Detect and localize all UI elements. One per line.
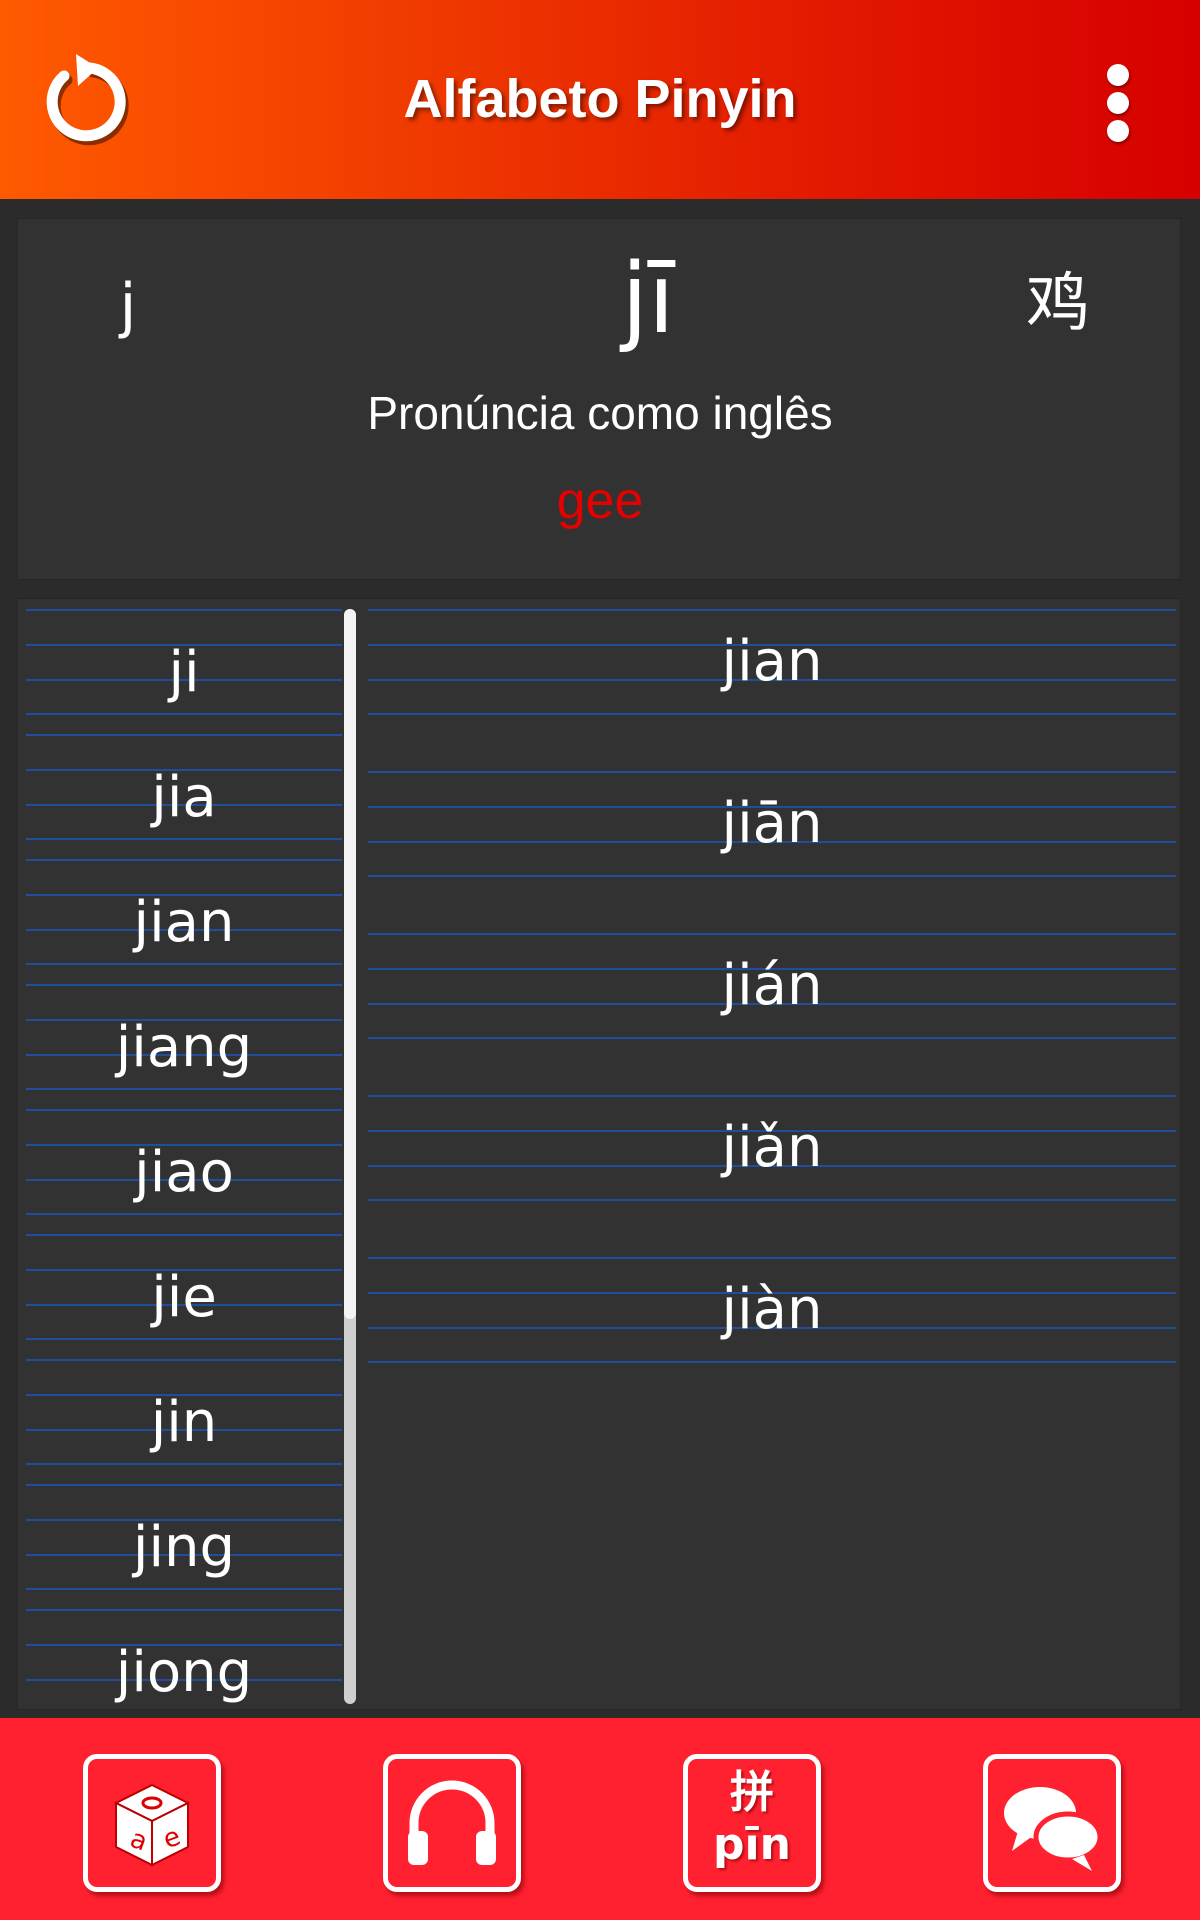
tone-list-item[interactable]: jian <box>368 609 1176 771</box>
menu-dot-icon <box>1107 64 1129 86</box>
rule-line <box>26 1109 342 1111</box>
syllable-label: jia <box>151 765 217 830</box>
tone-list[interactable]: jian jiān jián jiǎn jiàn <box>368 609 1176 1409</box>
pronunciation-value: gee <box>556 472 644 530</box>
syllable-info-card: j jī 鸡 Pronúncia como inglês gee <box>17 218 1181 580</box>
syllable-label: jiao <box>134 1140 234 1205</box>
syllable-label: jiong <box>115 1640 253 1704</box>
refresh-button[interactable] <box>36 52 136 152</box>
example-character[interactable]: 鸡 <box>998 259 1118 349</box>
tone-list-item[interactable]: jiǎn <box>368 1095 1176 1257</box>
syllable-label: jian <box>133 890 235 955</box>
page-title: Alfabeto Pinyin <box>403 69 797 129</box>
pronunciation-label: Pronúncia como inglês <box>367 387 833 439</box>
rule-line <box>26 609 342 611</box>
syllable-list-item[interactable]: jin <box>26 1359 342 1484</box>
listen-button[interactable] <box>383 1754 521 1892</box>
rule-line <box>26 1609 342 1611</box>
dice-icon: a e <box>113 1783 191 1867</box>
syllable-list-item[interactable]: jing <box>26 1484 342 1609</box>
rule-line <box>26 984 342 986</box>
refresh-icon <box>46 54 129 146</box>
tone-label: jiàn <box>721 1277 823 1342</box>
dice-button[interactable]: a e <box>83 1754 221 1892</box>
syllable-lists: ji jia jian jiang jiao jie jin jing jiong jian ji… <box>17 598 1181 1710</box>
scrollbar[interactable] <box>344 609 356 1704</box>
menu-dot-icon <box>1107 120 1129 142</box>
rule-line <box>26 734 342 736</box>
syllable-list-item[interactable]: jiong <box>26 1609 342 1704</box>
tone-label: jián <box>721 953 823 1018</box>
tone-list-item[interactable]: jián <box>368 933 1176 1095</box>
syllable-label: jin <box>150 1390 218 1455</box>
bottom-nav: a e 拼 pīn <box>0 1718 1200 1920</box>
scrollbar-thumb[interactable] <box>344 609 356 1319</box>
menu-dot-icon <box>1107 92 1129 114</box>
pinyin-button[interactable]: 拼 pīn <box>683 1754 821 1892</box>
syllable-label: ji <box>168 640 200 705</box>
tone-label: jiān <box>721 791 823 856</box>
syllable-list-item[interactable]: jia <box>26 734 342 859</box>
rule-line <box>26 1484 342 1486</box>
chat-bubbles-icon <box>1004 1787 1103 1871</box>
current-syllable[interactable]: jī <box>448 239 848 359</box>
syllable-label: jiang <box>115 1015 253 1080</box>
chat-button[interactable] <box>983 1754 1121 1892</box>
syllable-list-item[interactable]: jian <box>26 859 342 984</box>
syllable-list-item[interactable]: jiang <box>26 984 342 1109</box>
tone-label: jiǎn <box>721 1115 823 1180</box>
syllable-list-item[interactable]: jiao <box>26 1109 342 1234</box>
headphones-icon <box>408 1780 496 1865</box>
rule-line <box>26 1234 342 1236</box>
syllable-list-item[interactable]: ji <box>26 609 342 734</box>
tone-label: jian <box>721 629 823 694</box>
more-options-button[interactable] <box>1086 58 1146 148</box>
pinyin-icon-character: 拼 <box>730 1767 774 1818</box>
syllable-list[interactable]: ji jia jian jiang jiao jie jin jing jiong <box>26 609 342 1704</box>
initial-letter[interactable]: j <box>98 261 158 351</box>
rule-line <box>26 859 342 861</box>
syllable-label: jing <box>132 1515 236 1580</box>
syllable-label: jie <box>151 1265 217 1330</box>
pinyin-icon-syllable: pīn <box>713 1819 791 1870</box>
syllable-list-item[interactable]: jie <box>26 1234 342 1359</box>
app-header: Alfabeto Pinyin <box>0 0 1200 199</box>
rule-line <box>26 1359 342 1361</box>
tone-list-item[interactable]: jiàn <box>368 1257 1176 1419</box>
tone-list-item[interactable]: jiān <box>368 771 1176 933</box>
